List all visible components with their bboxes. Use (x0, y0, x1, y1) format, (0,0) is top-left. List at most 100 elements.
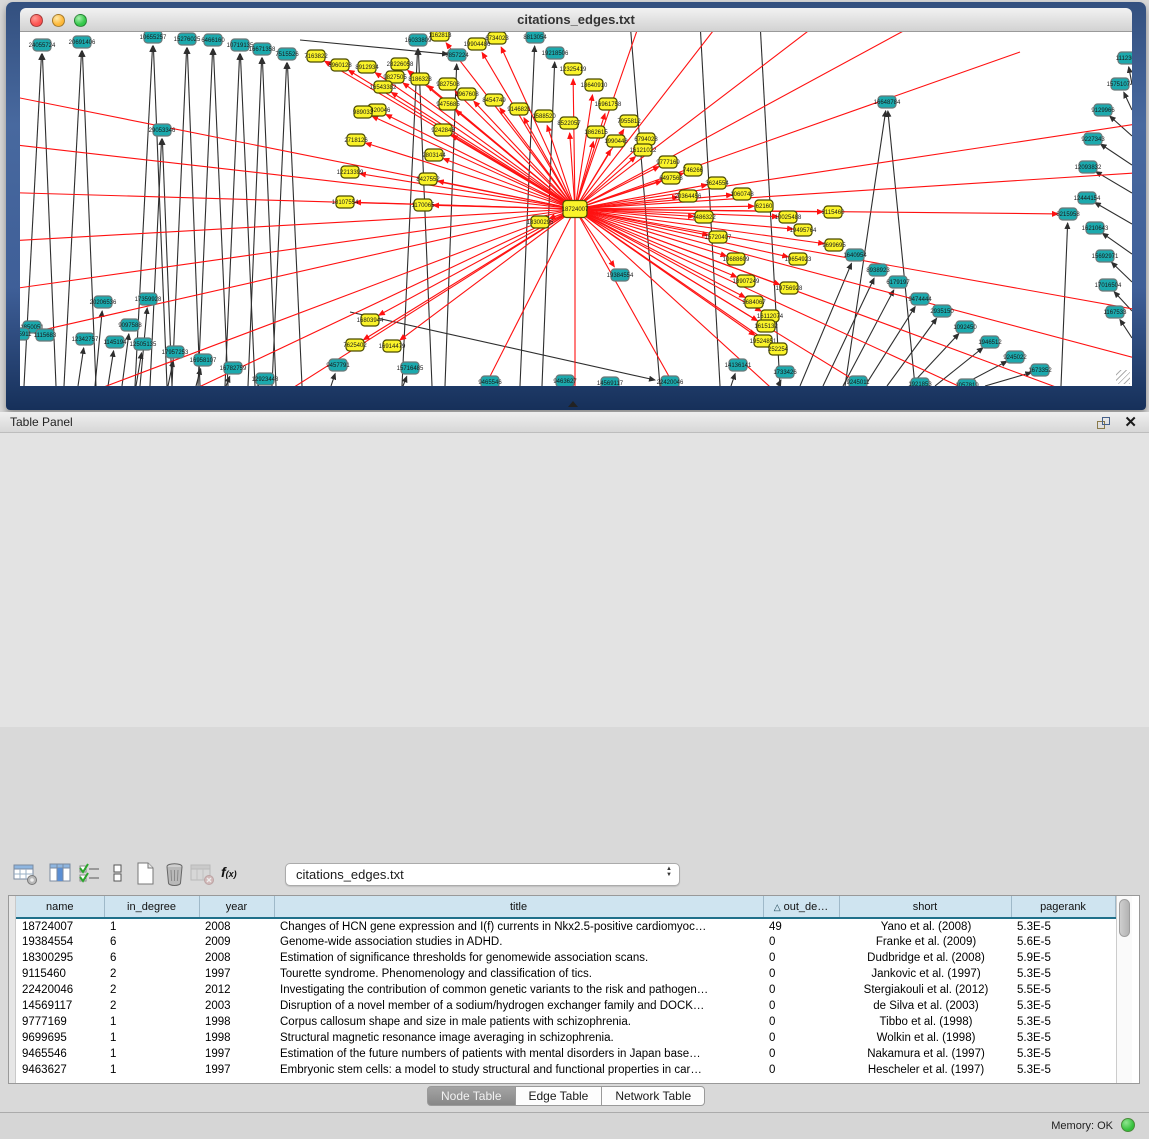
graph-node[interactable]: 18907249 (733, 275, 760, 287)
graph-node[interactable]: 989033 (353, 106, 374, 118)
network-graph[interactable]: 1872400771638228960128891293428226058982… (20, 32, 1132, 386)
graph-node[interactable]: 1145194 (104, 336, 128, 348)
graph-node[interactable]: 16914479 (379, 340, 406, 352)
tab-node-table[interactable]: Node Table (427, 1086, 516, 1106)
graph-node[interactable]: 16961758 (595, 98, 622, 110)
select-columns-icon[interactable] (76, 860, 103, 887)
graph-node[interactable]: 6179197 (886, 276, 910, 288)
graph-node[interactable]: 1862615 (584, 126, 608, 138)
column-header-title[interactable]: title (274, 896, 763, 918)
table-row[interactable]: 911546021997Tourette syndrome. Phenomeno… (16, 966, 1115, 982)
graph-node[interactable]: 16782759 (220, 362, 247, 374)
graph-node[interactable]: 12923448 (252, 373, 279, 385)
column-header-in_degree[interactable]: in_degree (104, 896, 199, 918)
function-builder-icon[interactable]: f(x) (221, 864, 248, 891)
graph-node[interactable]: 9457791 (326, 359, 350, 371)
graph-node[interactable]: 6466160 (201, 34, 225, 46)
column-header-year[interactable]: year (199, 896, 274, 918)
table-row[interactable]: 946362711997Embryonic stem cells: a mode… (16, 1062, 1115, 1078)
graph-node[interactable]: 9227343 (1081, 133, 1105, 145)
graph-node[interactable]: 9097588 (118, 319, 142, 331)
graph-node[interactable]: 2718126 (344, 134, 368, 146)
graph-node[interactable]: 9475685 (436, 98, 460, 110)
graph-node[interactable]: 18107554 (332, 196, 359, 208)
graph-node[interactable]: 62160 (755, 200, 773, 212)
tab-network-table[interactable]: Network Table (602, 1086, 705, 1106)
graph-node[interactable]: 7857224 (445, 49, 469, 61)
graph-node[interactable]: 19218506 (542, 47, 569, 59)
table-row[interactable]: 1872400712008Changes of HCN gene express… (16, 918, 1115, 934)
graph-node[interactable]: 18640910 (581, 79, 608, 91)
graph-node[interactable]: 7163822 (304, 50, 328, 62)
column-header-short[interactable]: short (839, 896, 1011, 918)
graph-node[interactable]: 20364456 (675, 190, 702, 202)
graph-node[interactable]: 1112304 (1116, 52, 1132, 64)
graph-node[interactable]: 24055724 (29, 39, 56, 51)
graph-node[interactable]: 9699695 (822, 239, 846, 251)
graph-node[interactable]: 2803144 (422, 149, 446, 161)
graph-node[interactable]: 8522057 (557, 117, 581, 129)
graph-node[interactable]: 9465546 (478, 376, 502, 386)
table-row[interactable]: 946554611997Estimation of the future num… (16, 1046, 1115, 1062)
new-table-icon[interactable] (132, 860, 159, 887)
graph-node[interactable]: 7625402 (343, 339, 367, 351)
graph-node[interactable]: 12325419 (560, 63, 587, 75)
graph-node[interactable]: 1170065 (412, 199, 436, 211)
graph-node[interactable]: 14136141 (725, 359, 752, 371)
graph-node[interactable]: 1946512 (978, 336, 1002, 348)
column-header-out_de[interactable]: △out_de… (763, 896, 839, 918)
graph-node[interactable]: 6794028 (634, 133, 658, 145)
graph-node[interactable]: 9242848 (431, 124, 455, 136)
graph-node[interactable]: 15716485 (397, 362, 424, 374)
table-options-icon[interactable] (12, 860, 39, 887)
graph-node[interactable]: 17359928 (135, 293, 162, 305)
scrollbar-thumb[interactable] (1119, 899, 1130, 937)
table-select-dropdown[interactable]: citations_edges.txt ▲▼ (285, 863, 680, 886)
show-columns-icon[interactable] (47, 860, 74, 887)
close-panel-icon[interactable]: ✕ (1124, 413, 1137, 431)
delete-entries-icon[interactable] (161, 860, 188, 887)
graph-node[interactable]: 8454749 (482, 94, 506, 106)
graph-node[interactable]: 15692971 (1092, 250, 1119, 262)
graph-node[interactable]: 15751074 (1107, 78, 1132, 90)
graph-node[interactable]: 1615132 (754, 320, 778, 332)
graph-node[interactable]: 16210643 (1082, 222, 1109, 234)
graph-node[interactable]: 1588520 (532, 110, 556, 122)
graph-node[interactable]: 8960128 (328, 59, 352, 71)
graph-node[interactable]: 9245011 (847, 376, 871, 386)
column-header-name[interactable]: name (16, 896, 104, 918)
network-canvas[interactable]: 1872400771638228960128891293428226058982… (20, 32, 1132, 386)
graph-node[interactable]: 1092450 (953, 321, 977, 333)
graph-node[interactable]: 12505135 (130, 338, 157, 350)
graph-node[interactable]: 9115460 (822, 206, 846, 218)
graph-node[interactable]: 7515526 (275, 48, 299, 60)
graph-node[interactable]: 10025488 (775, 211, 802, 223)
graph-node[interactable]: 12444154 (1074, 192, 1101, 204)
graph-node[interactable]: 1057819 (955, 379, 979, 386)
graph-node[interactable]: 9684067 (742, 296, 766, 308)
graph-node[interactable]: 3624554 (705, 177, 729, 189)
graph-node[interactable]: 16958107 (190, 354, 217, 366)
graph-node[interactable]: 12093832 (1075, 161, 1102, 173)
graph-node[interactable]: 1060748 (730, 188, 754, 200)
graph-node[interactable]: 9463627 (553, 375, 577, 386)
graph-node[interactable]: 9146821 (507, 103, 531, 115)
graph-node[interactable]: 1673352 (1028, 364, 1052, 376)
row-height-icon[interactable] (104, 860, 131, 887)
table-row[interactable]: 2242004622012Investigating the contribut… (16, 982, 1115, 998)
graph-node[interactable]: 18724007 (562, 201, 589, 218)
table-row[interactable]: 977716911998Corpus callosum shape and si… (16, 1014, 1115, 1030)
graph-node[interactable]: 2935150 (930, 305, 954, 317)
graph-node[interactable]: 1640954 (843, 249, 867, 261)
graph-node[interactable]: 8813054 (523, 32, 547, 43)
graph-node[interactable]: 8912934 (355, 61, 379, 73)
graph-node[interactable]: 8938923 (866, 264, 890, 276)
graph-node[interactable]: 1115683 (34, 329, 57, 341)
table-row[interactable]: 1830029562008Estimation of significance … (16, 950, 1115, 966)
graph-node[interactable]: 9474444 (908, 293, 932, 305)
graph-node[interactable]: 16671358 (249, 43, 276, 55)
graph-node[interactable]: 2967608 (455, 88, 479, 100)
graph-node[interactable]: 14569117 (597, 377, 624, 386)
graph-node[interactable]: 16803944 (357, 314, 384, 326)
graph-node[interactable]: 1921853 (908, 378, 932, 386)
